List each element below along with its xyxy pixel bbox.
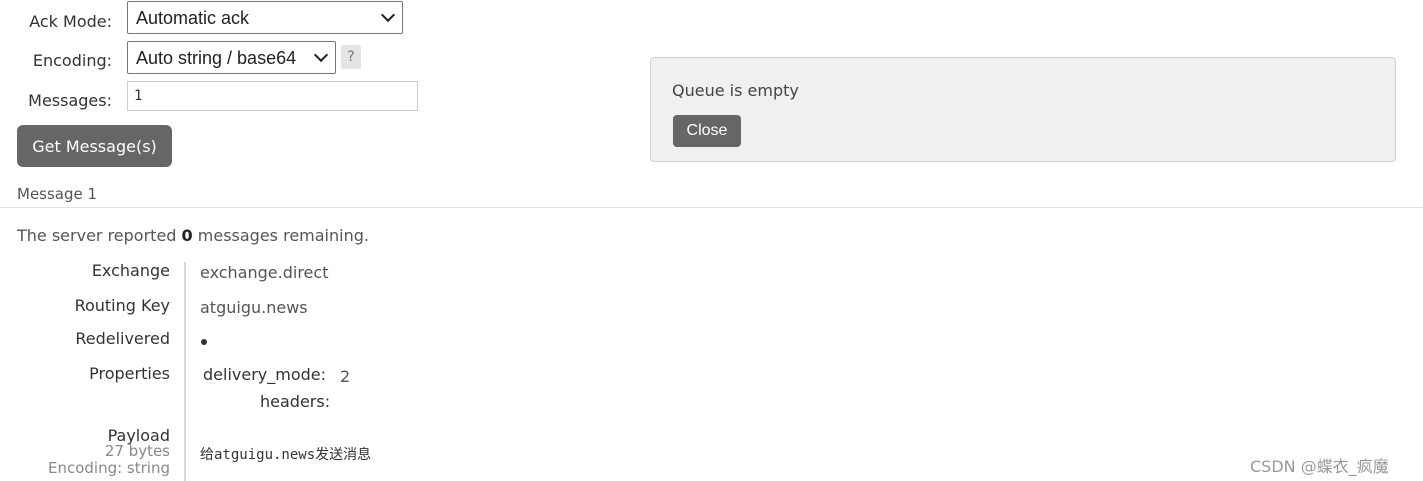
messages-input[interactable] — [127, 81, 418, 111]
fields-divider — [184, 262, 186, 481]
remaining-suffix: messages remaining. — [192, 226, 369, 245]
ack-mode-dropdown[interactable]: Automatic ack — [127, 1, 403, 34]
queue-empty-panel: Queue is empty Close — [650, 57, 1396, 162]
close-button[interactable]: Close — [673, 115, 741, 147]
redelivered-key: Redelivered — [75, 329, 170, 348]
divider — [0, 207, 1423, 208]
payload-encoding: Encoding: string — [47, 459, 170, 477]
message-title: Message 1 — [17, 185, 98, 203]
payload-value: 给atguigu.news发送消息 — [200, 447, 372, 463]
exchange-value: exchange.direct — [200, 263, 329, 282]
encoding-label: Encoding: — [32, 51, 112, 70]
properties-key: Properties — [89, 364, 170, 383]
watermark: CSDN @蝶衣_疯魔 — [1250, 457, 1389, 476]
queue-empty-text: Queue is empty — [672, 81, 799, 100]
exchange-key: Exchange — [91, 261, 170, 280]
routing-key-value: atguigu.news — [200, 298, 308, 317]
remaining-text: The server reported 0 messages remaining… — [17, 226, 369, 245]
payload-bytes: 27 bytes — [104, 442, 170, 460]
encoding-dropdown[interactable]: Auto string / base64 — [127, 41, 336, 74]
messages-label: Messages: — [28, 91, 112, 110]
get-messages-button[interactable]: Get Message(s) — [17, 125, 172, 167]
headers-key: headers: — [260, 392, 331, 411]
ack-mode-label: Ack Mode: — [29, 12, 112, 31]
redelivered-bullet-icon — [201, 339, 207, 345]
remaining-prefix: The server reported — [17, 226, 182, 245]
delivery-mode-key: delivery_mode: — [203, 365, 327, 384]
delivery-mode-value: 2 — [340, 367, 351, 386]
routing-key-key: Routing Key — [74, 296, 170, 315]
help-icon[interactable]: ? — [341, 45, 361, 69]
remaining-count: 0 — [181, 226, 193, 245]
